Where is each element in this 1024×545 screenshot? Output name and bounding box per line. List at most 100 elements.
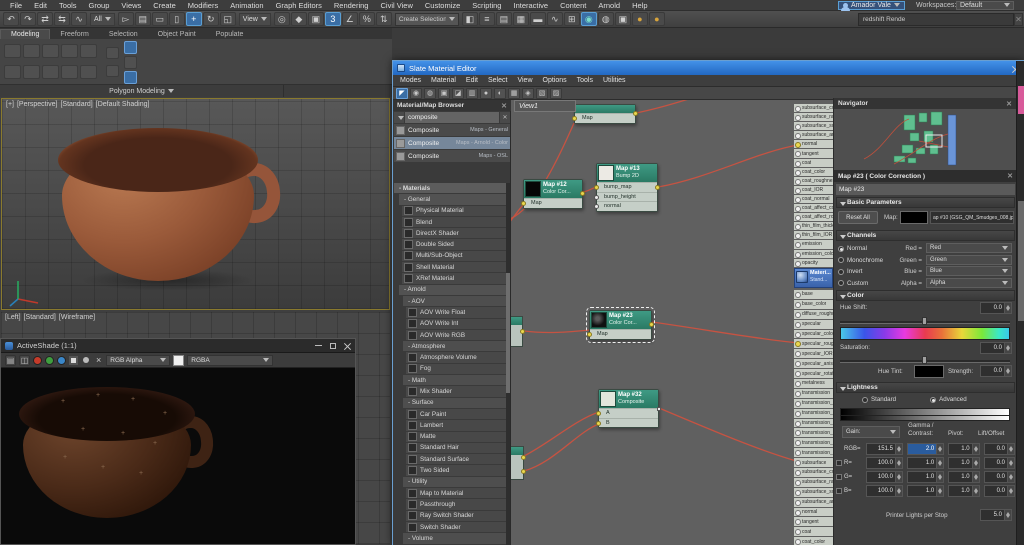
material-tree-row[interactable]: Two Sided bbox=[406, 465, 506, 476]
node-header[interactable]: Map #13 Bump 2D bbox=[597, 164, 657, 182]
node-thumbnail[interactable] bbox=[525, 181, 541, 197]
sme-toolbar-icon[interactable]: ◪ bbox=[452, 87, 464, 99]
standard-surface-node-upper[interactable]: subsurface_colorsubsurface_radiussubsurf… bbox=[794, 104, 833, 268]
ribbon-button[interactable] bbox=[61, 65, 78, 79]
node-map-top[interactable]: Map bbox=[572, 104, 638, 124]
output-dot[interactable] bbox=[633, 111, 638, 116]
workspace-dropdown[interactable]: Default bbox=[956, 1, 1014, 10]
node-view-canvas[interactable]: View1 Map Map #12 Color Cor... Map Map #… bbox=[511, 100, 833, 545]
ribbon-button[interactable] bbox=[80, 65, 97, 79]
sme-toolbar-icon[interactable]: ◍ bbox=[424, 87, 436, 99]
rollout-lightness[interactable]: Lightness bbox=[836, 382, 1015, 393]
material-tree-row[interactable]: Mix Shader bbox=[406, 386, 506, 397]
rollout-color[interactable]: Color bbox=[836, 290, 1015, 301]
monochrome-icon[interactable] bbox=[83, 357, 89, 363]
strength-spinner[interactable]: 0.0 bbox=[980, 365, 1012, 377]
channel-dropdown[interactable]: Red bbox=[926, 243, 1012, 253]
map-value-field[interactable]: ap #10 (GSG_QM_Smudges_008.jp bbox=[930, 211, 1014, 224]
menu-item[interactable]: Rendering bbox=[328, 1, 375, 10]
output-dot[interactable] bbox=[655, 185, 660, 190]
alpha-channel-icon[interactable] bbox=[69, 355, 78, 365]
reset-all-button[interactable]: Reset All bbox=[838, 211, 878, 224]
toolbar-icon[interactable]: ◎ bbox=[273, 12, 290, 26]
search-result-row[interactable]: Composite Maps - OSL bbox=[394, 150, 510, 163]
node-slot[interactable]: coat_affect_color bbox=[794, 204, 833, 213]
toolbar-icon[interactable]: ⇅ bbox=[375, 12, 392, 26]
sme-toolbar-icon[interactable]: ▣ bbox=[438, 87, 450, 99]
navigator-minimap[interactable] bbox=[834, 109, 1017, 170]
background-color-swatch[interactable] bbox=[173, 354, 185, 366]
menu-item[interactable]: Customize bbox=[419, 1, 466, 10]
ribbon-tab[interactable]: Modeling bbox=[0, 29, 51, 39]
ribbon-button[interactable] bbox=[23, 44, 40, 58]
spinner-arrows-icon[interactable] bbox=[936, 472, 944, 482]
toolbar-icon[interactable]: ▦ bbox=[512, 12, 529, 26]
sme-toolbar-icon[interactable]: ◐ bbox=[494, 87, 506, 99]
rollout-basic-parameters[interactable]: Basic Parameters bbox=[836, 197, 1015, 208]
material-tree-row[interactable]: - General bbox=[399, 194, 506, 205]
sme-toolbar-icon[interactable]: ▥ bbox=[466, 87, 478, 99]
view-tab[interactable]: View1 bbox=[514, 100, 576, 112]
sme-titlebar[interactable]: Slate Material Editor bbox=[393, 61, 1023, 75]
ribbon-button[interactable] bbox=[106, 65, 119, 77]
spinner-arrows-icon[interactable] bbox=[971, 444, 979, 454]
material-tree-row[interactable]: Switch Shader bbox=[406, 521, 506, 533]
spinner-arrows-icon[interactable] bbox=[894, 458, 902, 468]
toolbar-icon[interactable]: ⇆ bbox=[54, 12, 70, 26]
sme-menu-item[interactable]: Options bbox=[538, 77, 572, 84]
polygon-modeling-panel[interactable]: Polygon Modeling bbox=[0, 85, 284, 97]
node-slot[interactable]: base bbox=[794, 290, 833, 299]
node-slot[interactable]: opacity bbox=[794, 258, 833, 267]
menu-item[interactable]: Group bbox=[83, 1, 116, 10]
toolbar-icon[interactable]: ● bbox=[631, 12, 648, 26]
output-dot[interactable] bbox=[521, 455, 526, 460]
node-slot[interactable]: subsurface_radius bbox=[794, 477, 833, 487]
gamma-spinner[interactable]: 1.0 bbox=[906, 457, 945, 469]
spinner-arrows-icon[interactable] bbox=[1004, 510, 1011, 520]
output-dot[interactable] bbox=[521, 469, 526, 474]
sme-menu-item[interactable]: Material bbox=[426, 77, 461, 84]
close-icon[interactable]: ✕ bbox=[501, 102, 507, 110]
slot-dot[interactable] bbox=[596, 420, 601, 426]
sme-menu-item[interactable]: Modes bbox=[395, 77, 426, 84]
output-dot[interactable] bbox=[657, 407, 661, 411]
standard-surface-node-header[interactable]: Materi... Stand... bbox=[794, 268, 833, 288]
ribbon-button[interactable] bbox=[80, 44, 97, 58]
channel-checkbox[interactable] bbox=[836, 460, 842, 466]
ribbon-tab[interactable]: Populate bbox=[206, 30, 254, 39]
material-tree-row[interactable]: Fog bbox=[406, 363, 506, 375]
material-tree-row[interactable]: Map to Material bbox=[406, 488, 506, 499]
lift-spinner[interactable]: 0.0 bbox=[983, 443, 1016, 455]
sme-menu-item[interactable]: View bbox=[512, 77, 537, 84]
node-slot[interactable]: subsurface_scale bbox=[794, 122, 833, 131]
node-slot[interactable]: coat_color bbox=[794, 167, 833, 176]
standard-surface-node-lower[interactable]: basebase_colordiffuse_roughnessspeculars… bbox=[794, 290, 833, 545]
subobject-polygon-button[interactable] bbox=[124, 71, 137, 84]
close-icon[interactable]: ✕ bbox=[1007, 172, 1013, 180]
node-slot[interactable]: coat bbox=[794, 527, 833, 537]
material-tree-row[interactable]: Blend bbox=[402, 216, 506, 228]
node-slot[interactable]: subsurface_aniso bbox=[794, 131, 833, 140]
node-slot[interactable]: thin_film_thickness bbox=[794, 222, 833, 231]
sme-menu-item[interactable]: Edit bbox=[461, 77, 483, 84]
node-slot[interactable]: specular_anisotropy bbox=[794, 359, 833, 369]
sme-toolbar-icon[interactable]: ▦ bbox=[508, 87, 520, 99]
search-options-icon[interactable] bbox=[394, 112, 404, 123]
gamma-spinner[interactable]: 1.0 bbox=[906, 485, 945, 497]
toolbar-icon[interactable]: ◍ bbox=[597, 12, 614, 26]
material-tree-row[interactable]: Atmosphere Volume bbox=[406, 352, 506, 363]
lightness-mode-option[interactable]: Standard bbox=[862, 396, 896, 403]
spinner-arrows-icon[interactable] bbox=[1004, 343, 1011, 353]
toolbar-icon[interactable]: ◆ bbox=[290, 12, 307, 26]
node-slot[interactable]: normal bbox=[794, 140, 833, 149]
radio-icon[interactable] bbox=[930, 396, 937, 403]
spinner-arrows-icon[interactable] bbox=[971, 472, 979, 482]
slot-dot[interactable] bbox=[596, 411, 601, 416]
node-map12[interactable]: Map #12 Color Cor... Map bbox=[521, 179, 585, 209]
maximize-icon[interactable] bbox=[330, 342, 336, 349]
menu-item[interactable]: Tools bbox=[53, 1, 83, 10]
selection-filter-dropdown[interactable]: All bbox=[90, 12, 115, 26]
node-slot[interactable]: transmission_scatter_a bbox=[794, 428, 833, 438]
node-slot[interactable]: specular_IOR bbox=[794, 349, 833, 359]
spinner-arrows-icon[interactable] bbox=[1004, 303, 1011, 313]
